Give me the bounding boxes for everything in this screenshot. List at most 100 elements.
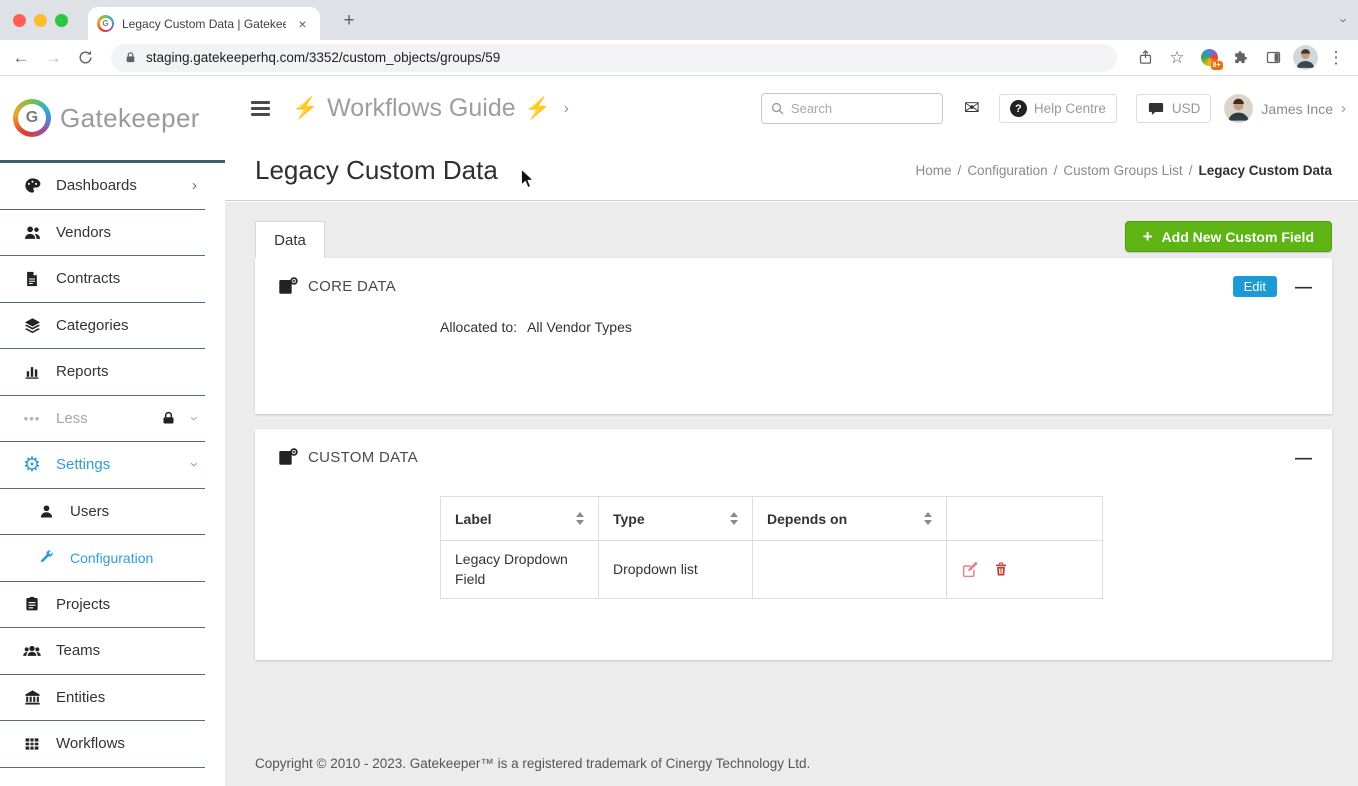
- footer-copyright: Copyright © 2010 - 2023. Gatekeeper™ is …: [255, 756, 810, 771]
- browser-tab[interactable]: G Legacy Custom Data | Gatekee ×: [88, 7, 320, 40]
- user-avatar: [1224, 94, 1253, 123]
- gatekeeper-logo[interactable]: G Gatekeeper: [0, 76, 225, 163]
- tab-close-icon[interactable]: ×: [294, 15, 311, 32]
- core-data-title: CORE DATA: [308, 278, 396, 295]
- sidebar-item-less[interactable]: ••• Less ›: [0, 396, 205, 443]
- allocated-to-label: Allocated to:: [440, 319, 517, 335]
- breadcrumb-configuration[interactable]: Configuration: [967, 163, 1047, 178]
- breadcrumb: Home/ Configuration/ Custom Groups List/…: [916, 163, 1332, 178]
- categories-layers-icon: [20, 316, 44, 335]
- zoom-window-button[interactable]: [55, 14, 68, 27]
- custom-data-title: CUSTOM DATA: [308, 449, 418, 466]
- sidebar-item-label: Entities: [56, 689, 105, 706]
- sidebar-item-label: Configuration: [70, 550, 153, 566]
- core-data-header: CORE DATA Edit —: [255, 258, 1332, 297]
- workflows-grid-icon: [20, 735, 44, 753]
- sidebar-item-categories[interactable]: Categories: [0, 303, 205, 350]
- add-new-custom-field-button[interactable]: + Add New Custom Field: [1125, 221, 1332, 252]
- delete-field-button[interactable]: [993, 561, 1009, 578]
- tab-row: Data + Add New Custom Field: [255, 221, 1332, 258]
- search-box[interactable]: [761, 93, 943, 124]
- sidebar-item-dashboards[interactable]: Dashboards ›: [0, 163, 205, 210]
- chevron-down-icon: ›: [186, 462, 203, 467]
- sidebar-item-reports[interactable]: Reports: [0, 349, 205, 396]
- breadcrumb-custom-groups-list[interactable]: Custom Groups List: [1063, 163, 1182, 178]
- browser-toolbar: ← → staging.gatekeeperhq.com/3352/custom…: [0, 40, 1358, 76]
- sidebar-item-entities[interactable]: Entities: [0, 675, 205, 722]
- sort-icon[interactable]: [576, 512, 584, 525]
- sidebar-item-teams[interactable]: Teams: [0, 628, 205, 675]
- extension-colorful-button[interactable]: 8+: [1195, 44, 1223, 72]
- speech-bubble-icon: [1147, 100, 1165, 118]
- sidebar-item-vendors[interactable]: Vendors: [0, 210, 205, 257]
- brand-name: Gatekeeper: [60, 103, 200, 134]
- currency-label: USD: [1172, 101, 1201, 116]
- workspace-chevron-icon[interactable]: ›: [564, 100, 569, 117]
- forward-button: →: [39, 44, 67, 72]
- collapse-minus-icon[interactable]: —: [1295, 449, 1312, 466]
- sidebar-item-label: Vendors: [56, 224, 111, 241]
- collapse-minus-icon[interactable]: —: [1295, 278, 1312, 295]
- sidebar-item-label: Settings: [56, 456, 110, 473]
- custom-fields-table: Label Type Depends on: [440, 496, 1102, 599]
- edit-field-button[interactable]: [961, 560, 980, 579]
- column-header-type[interactable]: Type: [599, 497, 753, 541]
- minimize-window-button[interactable]: [34, 14, 47, 27]
- contracts-document-icon: [20, 270, 44, 288]
- sidebar-item-contracts[interactable]: Contracts: [0, 256, 205, 303]
- sidebar-item-label: Workflows: [56, 735, 125, 752]
- sidebar-item-label: Less: [56, 410, 88, 427]
- core-data-body: Allocated to: All Vendor Types: [440, 319, 1332, 335]
- sidebar-item-label: Users: [70, 503, 109, 520]
- app-header: ⚡ Workflows Guide ⚡ › ✉ ? Help Centre US…: [225, 76, 1358, 141]
- share-button[interactable]: [1131, 44, 1159, 72]
- user-menu[interactable]: James Ince ›: [1224, 94, 1346, 123]
- url-text: staging.gatekeeperhq.com/3352/custom_obj…: [146, 50, 500, 65]
- gatekeeper-logo-icon: G: [13, 99, 51, 137]
- column-header-label[interactable]: Label: [441, 497, 599, 541]
- cell-actions: [947, 541, 1103, 599]
- extension-8plus-icon: 8+: [1201, 49, 1218, 66]
- search-input[interactable]: [791, 101, 934, 116]
- reload-icon: [77, 49, 94, 66]
- currency-button[interactable]: USD: [1136, 94, 1212, 123]
- tab-search-chevron-icon[interactable]: ›: [1336, 18, 1351, 22]
- dashboard-palette-icon: [20, 176, 44, 195]
- side-panel-button[interactable]: [1259, 44, 1287, 72]
- column-header-actions: [947, 497, 1103, 541]
- column-header-depends-on[interactable]: Depends on: [753, 497, 947, 541]
- custom-object-icon: [277, 446, 299, 468]
- browser-profile-avatar[interactable]: [1293, 45, 1318, 70]
- content: Data + Add New Custom Field CORE DATA Ed…: [225, 202, 1358, 786]
- help-centre-button[interactable]: ? Help Centre: [999, 94, 1117, 123]
- hamburger-menu-icon[interactable]: [251, 101, 270, 115]
- new-tab-button[interactable]: +: [336, 8, 362, 34]
- toolbar-right-icons: ☆ 8+ ⋮: [1127, 44, 1350, 72]
- sidebar-item-users[interactable]: Users: [0, 489, 205, 536]
- sidebar-nav: Dashboards › Vendors Contracts: [0, 163, 225, 768]
- lock-icon: [124, 51, 137, 64]
- browser-menu-button[interactable]: ⋮: [1322, 44, 1350, 72]
- sort-icon[interactable]: [924, 512, 932, 525]
- sidebar-item-workflows[interactable]: Workflows: [0, 721, 205, 768]
- messages-envelope-icon[interactable]: ✉: [964, 97, 980, 120]
- trash-icon: [993, 561, 1009, 578]
- tab-data[interactable]: Data: [255, 221, 325, 258]
- edit-button[interactable]: Edit: [1233, 276, 1277, 297]
- sidebar-item-settings[interactable]: ⚙ Settings ›: [0, 442, 205, 489]
- sidebar-item-projects[interactable]: Projects: [0, 582, 205, 629]
- window-controls: [13, 14, 68, 27]
- sidebar-item-configuration[interactable]: Configuration: [0, 535, 205, 582]
- cell-depends-on: [753, 541, 947, 599]
- reload-button[interactable]: [71, 44, 99, 72]
- back-button[interactable]: ←: [7, 44, 35, 72]
- bookmark-star-button[interactable]: ☆: [1163, 44, 1191, 72]
- extensions-button[interactable]: [1227, 44, 1255, 72]
- search-icon: [770, 101, 785, 116]
- breadcrumb-home[interactable]: Home: [916, 163, 952, 178]
- workspace-title: ⚡ Workflows Guide ⚡: [292, 94, 551, 123]
- url-bar[interactable]: staging.gatekeeperhq.com/3352/custom_obj…: [111, 44, 1117, 72]
- sort-icon[interactable]: [730, 512, 738, 525]
- configuration-wrench-icon: [34, 549, 58, 566]
- close-window-button[interactable]: [13, 14, 26, 27]
